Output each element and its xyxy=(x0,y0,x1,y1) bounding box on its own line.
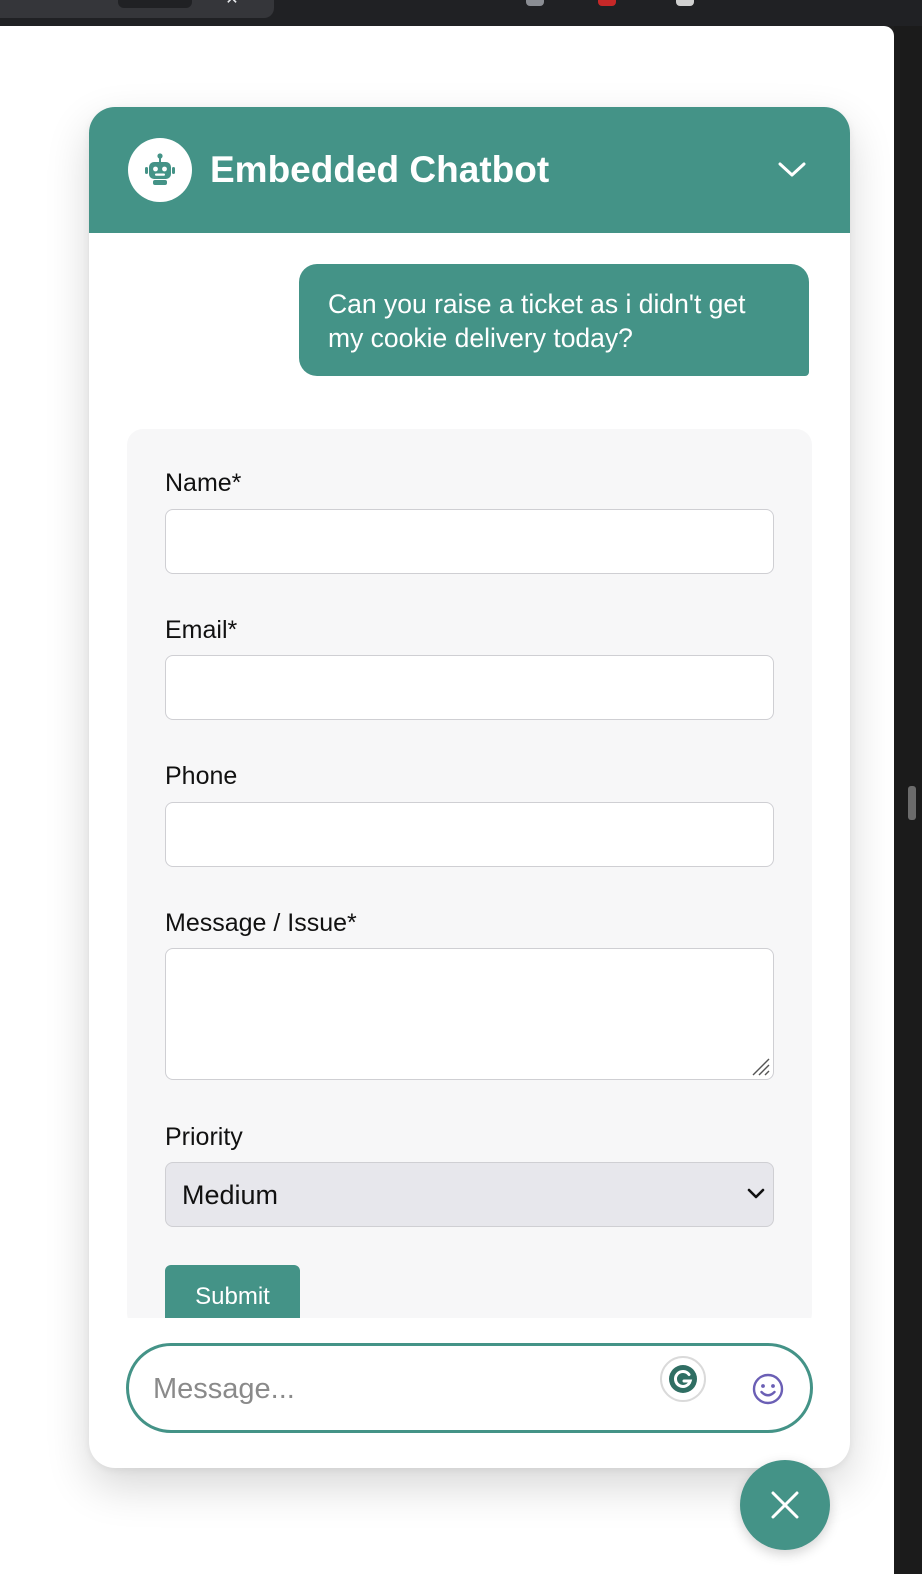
chat-title: Embedded Chatbot xyxy=(210,149,550,190)
bot-avatar xyxy=(128,138,192,202)
close-icon xyxy=(771,1491,799,1519)
close-chat-button[interactable] xyxy=(740,1460,830,1550)
phone-field[interactable] xyxy=(165,802,774,867)
browser-top-bar: ✕ xyxy=(0,0,922,26)
priority-selected-value: Medium xyxy=(182,1180,279,1210)
browser-tab[interactable] xyxy=(118,0,192,8)
smiley-icon xyxy=(752,1373,784,1405)
phone-label: Phone xyxy=(165,762,238,790)
emoji-button[interactable] xyxy=(750,1371,786,1407)
collapse-button[interactable] xyxy=(770,153,812,187)
name-label: Name* xyxy=(165,469,242,497)
grammarly-button[interactable] xyxy=(660,1356,706,1402)
page-viewport: Embedded Chatbot Can you raise a ticket … xyxy=(0,26,894,1574)
chat-header: Embedded Chatbot xyxy=(89,107,850,233)
shield-extension-icon[interactable] xyxy=(598,0,616,6)
ticket-form: Name* Email* Phone Message / Issue* Prio… xyxy=(127,429,812,1318)
profile-icon[interactable] xyxy=(676,0,694,6)
priority-select[interactable]: Medium xyxy=(165,1162,774,1227)
chevron-down-icon xyxy=(778,162,806,177)
browser-tab-strip: ✕ xyxy=(0,0,274,18)
message-label: Message / Issue* xyxy=(165,909,357,937)
extension-icon[interactable] xyxy=(526,0,544,6)
submit-button[interactable]: Submit xyxy=(165,1265,300,1318)
email-field[interactable] xyxy=(165,655,774,720)
message-textarea[interactable] xyxy=(165,948,774,1080)
robot-icon xyxy=(145,153,175,185)
chat-widget: Embedded Chatbot Can you raise a ticket … xyxy=(89,107,850,1468)
message-input-placeholder: Message... xyxy=(153,1373,295,1405)
user-message-bubble: Can you raise a ticket as i didn't get m… xyxy=(299,264,809,376)
email-label: Email* xyxy=(165,616,238,644)
resize-grip-icon[interactable] xyxy=(751,1057,771,1077)
tab-close-icon[interactable]: ✕ xyxy=(222,0,242,8)
grammarly-icon xyxy=(669,1365,697,1393)
message-input[interactable]: Message... xyxy=(126,1343,813,1433)
name-field[interactable] xyxy=(165,509,774,574)
chevron-down-icon xyxy=(747,1188,765,1199)
chat-messages: Can you raise a ticket as i didn't get m… xyxy=(89,233,850,1318)
priority-label: Priority xyxy=(165,1123,243,1151)
scrollbar-thumb[interactable] xyxy=(908,786,916,820)
background-page-edge xyxy=(894,26,922,1574)
